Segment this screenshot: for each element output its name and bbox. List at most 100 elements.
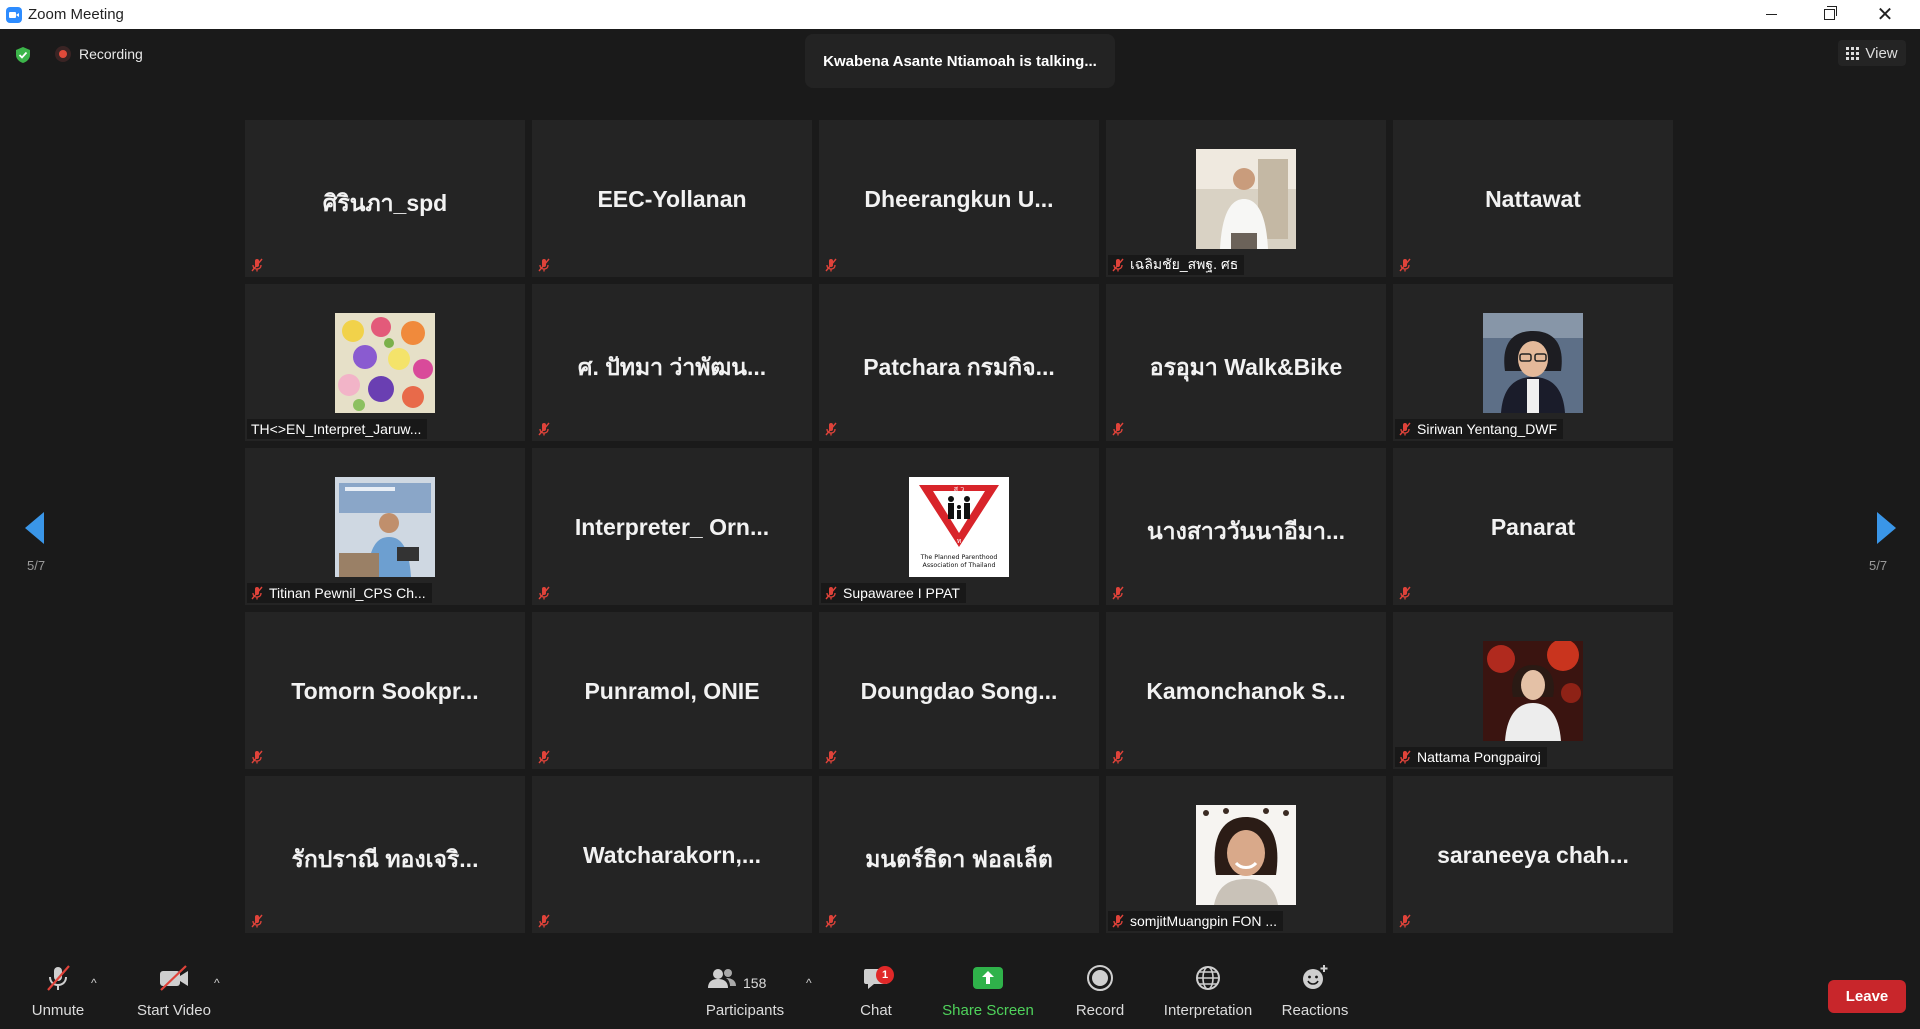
participant-tile[interactable]: Tomorn Sookpr... (245, 612, 525, 769)
participant-tile[interactable]: เฉลิมชัย_สพฐ. ศธ (1106, 120, 1386, 277)
participant-tile[interactable]: รักปราณี ทองเจริ... (245, 776, 525, 933)
participant-tile[interactable]: Punramol, ONIE (532, 612, 812, 769)
mic-muted-icon (825, 586, 837, 600)
participant-name-label (534, 747, 550, 767)
share-screen-button[interactable]: Share Screen (942, 958, 1034, 1019)
participant-tile[interactable]: Panarat (1393, 448, 1673, 605)
video-options-chevron-up-icon[interactable]: ^ (214, 976, 220, 990)
participant-tile[interactable]: ศิรินภา_spd (245, 120, 525, 277)
participant-tile[interactable]: มนตร์ธิดา ฟอลเล็ต (819, 776, 1099, 933)
participant-tile[interactable]: ส วท The Planned Parenthood Association of… (819, 448, 1099, 605)
participant-tile[interactable]: Siriwan Yentang_DWF (1393, 284, 1673, 441)
participant-photo (1196, 805, 1296, 905)
minimize-icon (1765, 14, 1777, 15)
page-indicator-right: 5/7 (1869, 558, 1888, 573)
participant-photo (335, 313, 435, 413)
participant-name-label: Nattama Pongpairoj (1395, 747, 1547, 767)
close-button[interactable]: ✕ (1862, 0, 1908, 29)
participant-tile[interactable]: Watcharakorn,... (532, 776, 812, 933)
participant-tile[interactable]: TH<>EN_Interpret_Jaruw... (245, 284, 525, 441)
participant-display-name: Dheerangkun U... (864, 186, 1054, 212)
previous-page-arrow-icon[interactable] (22, 508, 46, 548)
participant-tile[interactable]: Patchara กรมกิจ... (819, 284, 1099, 441)
window-title: Zoom Meeting (28, 6, 124, 23)
grid-icon (1846, 46, 1860, 60)
participant-name-label (247, 911, 263, 931)
participant-name-label: somjitMuangpin FON ... (1108, 911, 1284, 931)
participant-display-name: EEC-Yollanan (597, 186, 747, 212)
participant-display-name: Panarat (1490, 514, 1576, 540)
participant-tile[interactable]: Nattawat (1393, 120, 1673, 277)
mic-muted-icon (1399, 750, 1411, 764)
mic-muted-icon (1399, 422, 1411, 436)
mic-muted-icon (825, 422, 837, 436)
view-button[interactable]: View (1838, 40, 1906, 66)
participant-tile[interactable]: Interpreter_ Orn... (532, 448, 812, 605)
participant-tile[interactable]: Doungdao Song... (819, 612, 1099, 769)
record-icon (1086, 958, 1114, 998)
share-screen-label: Share Screen (942, 1002, 1034, 1019)
mic-muted-icon (251, 750, 263, 764)
participant-name-text: somjitMuangpin FON ... (1130, 913, 1278, 929)
mic-muted-icon (825, 750, 837, 764)
participant-name-label (1108, 747, 1124, 767)
recording-label: Recording (79, 46, 143, 62)
mic-muted-icon (1399, 258, 1411, 272)
close-icon: ✕ (1876, 3, 1894, 26)
participant-name-label: เฉลิมชัย_สพฐ. ศธ (1108, 255, 1245, 275)
participants-chevron-up-icon[interactable]: ^ (806, 976, 812, 990)
participant-name-label (534, 911, 550, 931)
svg-text:Association of Thailand: Association of Thailand (923, 562, 996, 569)
record-button[interactable]: Record (1073, 958, 1127, 1019)
shield-icon[interactable] (14, 46, 32, 64)
video-gallery: ศิรินภา_spd EEC-Yollanan Dheerangkun U... เ… (245, 120, 1675, 938)
next-page-arrow-icon[interactable] (1875, 508, 1899, 548)
participant-tile[interactable]: Dheerangkun U... (819, 120, 1099, 277)
meeting-toolbar: Unmute ^ Start Video ^ 158 Participants … (0, 958, 1920, 1029)
chat-button[interactable]: 1 Chat (856, 958, 896, 1019)
participant-tile[interactable]: ศ. ปัทมา ว่าพัฒน... (532, 284, 812, 441)
participant-tile[interactable]: Nattama Pongpairoj (1393, 612, 1673, 769)
audio-options-chevron-up-icon[interactable]: ^ (91, 976, 97, 990)
participant-tile[interactable]: นางสาววันนาอีมา... (1106, 448, 1386, 605)
unmute-button[interactable]: Unmute (30, 958, 86, 1019)
participant-name-label: Siriwan Yentang_DWF (1395, 419, 1564, 439)
mic-muted-icon (1112, 258, 1124, 272)
participant-tile[interactable]: EEC-Yollanan (532, 120, 812, 277)
participant-name-label (821, 911, 837, 931)
participant-tile[interactable]: Kamonchanok S... (1106, 612, 1386, 769)
participant-name-text: TH<>EN_Interpret_Jaruw... (251, 421, 422, 437)
participant-photo (1483, 313, 1583, 413)
participant-name-label (1108, 419, 1124, 439)
share-screen-icon (972, 958, 1004, 998)
mic-muted-icon (1112, 750, 1124, 764)
participant-display-name: Tomorn Sookpr... (291, 678, 479, 704)
participant-tile[interactable]: saraneeya chah... (1393, 776, 1673, 933)
participant-tile[interactable]: Titinan Pewnil_CPS Ch... (245, 448, 525, 605)
participant-display-name: ศ. ปัทมา ว่าพัฒน... (577, 354, 767, 380)
participant-tile[interactable]: อรอุมา Walk&Bike (1106, 284, 1386, 441)
record-dot-icon (55, 46, 71, 62)
minimize-button[interactable] (1748, 0, 1794, 29)
participants-icon: 158 (705, 958, 785, 998)
interpretation-button[interactable]: Interpretation (1158, 958, 1258, 1019)
mic-muted-icon (538, 750, 550, 764)
emoji-reaction-icon (1300, 958, 1330, 998)
svg-text:ส ว: ส ว (954, 485, 964, 493)
participant-photo (1483, 641, 1583, 741)
page-indicator-left: 5/7 (27, 558, 46, 573)
reactions-button[interactable]: Reactions (1280, 958, 1350, 1019)
participants-button[interactable]: 158 Participants (705, 958, 785, 1019)
mic-muted-icon (538, 586, 550, 600)
participant-name-label (534, 419, 550, 439)
participant-photo (1196, 149, 1296, 249)
start-video-button[interactable]: Start Video (134, 958, 214, 1019)
mic-muted-icon (251, 258, 263, 272)
zoom-app-icon (6, 7, 22, 23)
participant-name-label (1395, 911, 1411, 931)
participant-tile[interactable]: somjitMuangpin FON ... (1106, 776, 1386, 933)
restore-button[interactable] (1806, 0, 1852, 29)
recording-indicator[interactable]: Recording (55, 46, 143, 62)
leave-button[interactable]: Leave (1828, 980, 1906, 1013)
reactions-label: Reactions (1281, 1002, 1349, 1019)
